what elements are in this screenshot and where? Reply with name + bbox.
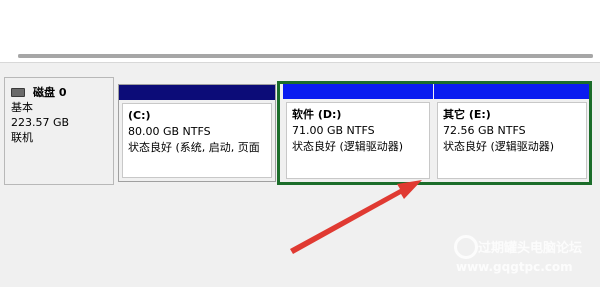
red-arrow-icon: [290, 180, 422, 254]
volume-list-pane: [0, 0, 600, 63]
watermark: 过期罐头电脑论坛 www.gqgtpc.com: [452, 233, 592, 281]
partition-c-status: 状态良好 (系统, 启动, 页面: [128, 141, 260, 154]
hard-disk-icon: [11, 88, 25, 97]
disk-name-row: 磁盘 0: [11, 85, 113, 100]
partition-c-header-bar: [119, 85, 275, 100]
partition-c-size: 80.00 GB NTFS: [128, 125, 211, 138]
partition-d-title: 软件 (D:): [292, 108, 342, 121]
disk-size: 223.57 GB: [11, 116, 70, 129]
partition-e-body[interactable]: 其它 (E:) 72.56 GB NTFS 状态良好 (逻辑驱动器): [437, 102, 587, 179]
partition-e-title: 其它 (E:): [443, 108, 491, 121]
partition-e-status: 状态良好 (逻辑驱动器): [443, 140, 555, 153]
watermark-url: www.gqgtpc.com: [456, 260, 573, 274]
partition-c-body[interactable]: (C:) 80.00 GB NTFS 状态良好 (系统, 启动, 页面: [122, 103, 272, 178]
partition-e-size: 72.56 GB NTFS: [443, 124, 526, 137]
partition-d-size: 71.00 GB NTFS: [292, 124, 375, 137]
partition-d-header-bar: [283, 84, 433, 99]
watermark-text: 过期罐头电脑论坛: [478, 241, 583, 256]
partition-d[interactable]: 软件 (D:) 71.00 GB NTFS 状态良好 (逻辑驱动器): [283, 84, 433, 182]
disk-name: 磁盘 0: [33, 86, 67, 99]
partition-c-title: (C:): [128, 109, 151, 122]
disk-status: 联机: [11, 131, 33, 144]
scrollbar-thumb[interactable]: [18, 54, 593, 58]
partition-d-body[interactable]: 软件 (D:) 71.00 GB NTFS 状态良好 (逻辑驱动器): [286, 102, 430, 179]
disk-0-info[interactable]: 磁盘 0 基本 223.57 GB 联机: [4, 77, 114, 185]
partition-e-header-bar: [434, 84, 590, 99]
partition-e[interactable]: 其它 (E:) 72.56 GB NTFS 状态良好 (逻辑驱动器): [434, 84, 590, 182]
partition-c[interactable]: (C:) 80.00 GB NTFS 状态良好 (系统, 启动, 页面: [118, 84, 276, 182]
disk-type: 基本: [11, 101, 33, 114]
partition-d-status: 状态良好 (逻辑驱动器): [292, 140, 404, 153]
horizontal-scrollbar[interactable]: [18, 54, 593, 58]
watermark-logo-icon: [454, 235, 478, 259]
